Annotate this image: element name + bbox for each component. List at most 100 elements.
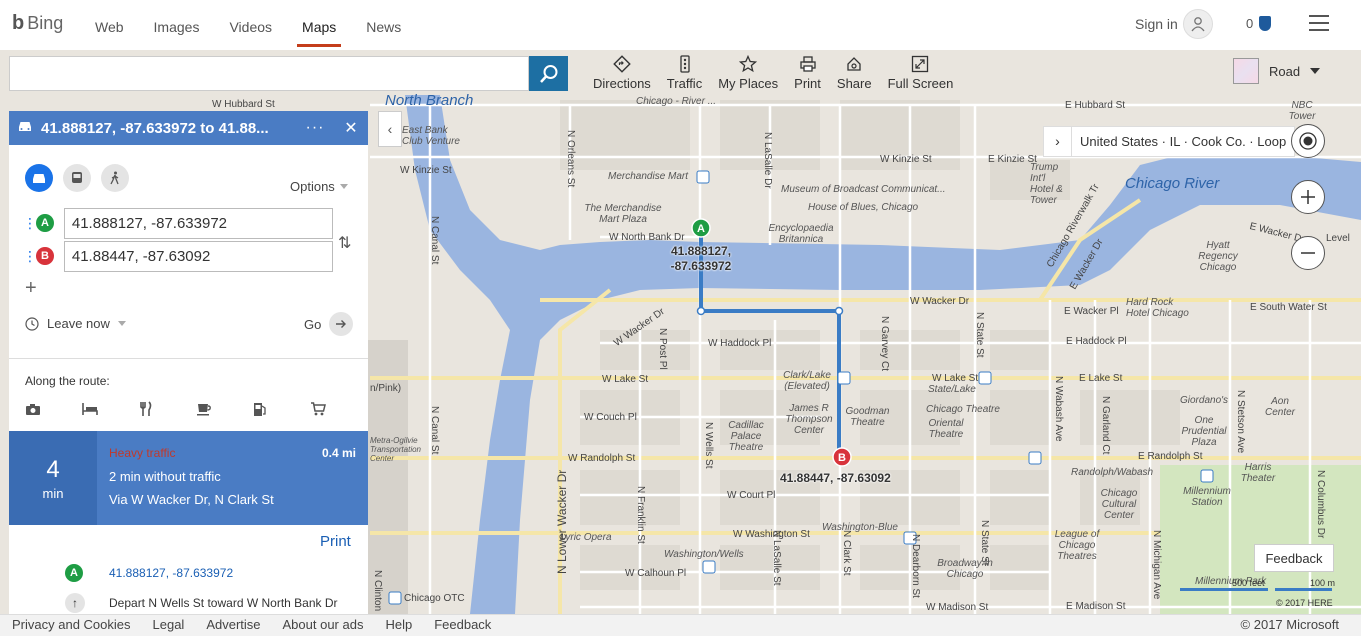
swap-icon[interactable]: ⇅ bbox=[338, 233, 351, 253]
route-option-card[interactable]: 4 min Heavy traffic 0.4 mi 2 min without… bbox=[9, 431, 368, 525]
map-label-nbc: NBC Tower bbox=[1288, 100, 1316, 122]
traffic-button[interactable]: Traffic bbox=[659, 50, 710, 95]
tab-maps[interactable]: Maps bbox=[287, 0, 351, 50]
more-options-icon[interactable]: ··· bbox=[296, 119, 334, 137]
street-n-state: N State St bbox=[974, 312, 985, 358]
car-icon bbox=[33, 174, 45, 183]
chevron-down-icon bbox=[117, 321, 126, 326]
chevron-right-icon[interactable]: › bbox=[1044, 127, 1072, 156]
map-style-select[interactable]: Road bbox=[1233, 58, 1321, 84]
footer-links: Privacy and Cookies Legal Advertise Abou… bbox=[12, 617, 513, 632]
print-directions-link[interactable]: Print bbox=[320, 533, 351, 550]
waypoint-b-row: ⋮ B 41.88447, -87.63092 bbox=[23, 240, 333, 272]
footer-link-advertise[interactable]: Advertise bbox=[206, 617, 260, 632]
footer-link-privacy[interactable]: Privacy and Cookies bbox=[12, 617, 131, 632]
bus-icon bbox=[72, 172, 82, 183]
camera-icon[interactable] bbox=[25, 399, 82, 419]
directions-label: Directions bbox=[593, 76, 651, 91]
bing-b-icon: b bbox=[12, 12, 25, 34]
street-e-wacker-pl: E Wacker Pl bbox=[1064, 306, 1119, 317]
gas-station-icon[interactable] bbox=[253, 399, 310, 419]
footer-link-about-ads[interactable]: About our ads bbox=[283, 617, 364, 632]
star-icon bbox=[739, 55, 758, 73]
map-label-state-lake: State/Lake bbox=[928, 384, 976, 395]
close-icon[interactable]: ✕ bbox=[334, 118, 368, 138]
map-label-league: League of Chicago Theatres bbox=[1054, 529, 1100, 562]
print-icon bbox=[799, 56, 816, 72]
footer: Privacy and Cookies Legal Advertise Abou… bbox=[0, 614, 1361, 636]
footer-link-help[interactable]: Help bbox=[385, 617, 412, 632]
street-w-north-bank: W North Bank Dr bbox=[609, 232, 685, 243]
street-n-canal: N Canal St bbox=[429, 216, 440, 265]
bing-logo[interactable]: b Bing bbox=[12, 12, 63, 35]
street-n-clark: N Clark St bbox=[841, 530, 852, 576]
mode-transit-button[interactable] bbox=[63, 164, 91, 192]
rewards[interactable]: 0 bbox=[1246, 16, 1272, 31]
coffee-icon[interactable] bbox=[196, 399, 253, 419]
mode-drive-button[interactable] bbox=[25, 164, 53, 192]
locate-me-button[interactable] bbox=[1291, 124, 1325, 158]
street-e-hubbard: E Hubbard St bbox=[1065, 100, 1126, 111]
chevron-down-icon bbox=[339, 184, 348, 189]
map-label-encyclopaedia: Encyclopaedia Britannica bbox=[768, 223, 834, 245]
print-button[interactable]: Print bbox=[786, 50, 829, 95]
collapse-panel-button[interactable]: ‹ bbox=[378, 111, 402, 147]
bing-logo-text: Bing bbox=[27, 13, 64, 33]
zoom-in-button[interactable] bbox=[1291, 180, 1325, 214]
full-screen-button[interactable]: Full Screen bbox=[880, 50, 962, 95]
map-label-chicago-river: Chicago River bbox=[1125, 175, 1220, 192]
map-label-merch-plaza: The Merchandise Mart Plaza bbox=[584, 203, 662, 225]
street-n-dearborn: N Dearborn St bbox=[910, 534, 921, 598]
search-input[interactable] bbox=[9, 56, 529, 91]
drag-handle-icon[interactable]: ⋮ bbox=[23, 249, 37, 263]
street-w-couch: W Couch Pl bbox=[584, 412, 637, 423]
street-n-clinton: N Clinton St bbox=[372, 570, 383, 614]
zoom-out-button[interactable] bbox=[1291, 236, 1325, 270]
map-label-thompson: James R Thompson Center bbox=[785, 403, 833, 436]
footer-link-feedback[interactable]: Feedback bbox=[434, 617, 491, 632]
street-n-franklin: N Franklin St bbox=[635, 486, 646, 544]
arrow-up-icon: ↑ bbox=[65, 593, 85, 613]
route-without-traffic: 2 min without traffic bbox=[109, 469, 221, 484]
restaurant-icon[interactable] bbox=[139, 399, 196, 419]
tab-web[interactable]: Web bbox=[80, 0, 139, 50]
add-waypoint-icon[interactable]: + bbox=[25, 277, 37, 300]
map-label-merch-mart: Merchandise Mart bbox=[608, 171, 689, 182]
step-depart-text: Depart N Wells St toward W North Bank Dr bbox=[109, 596, 338, 610]
drag-handle-icon[interactable]: ⋮ bbox=[23, 216, 37, 230]
step-start[interactable]: A 41.888127, -87.633972 bbox=[65, 564, 233, 582]
hotel-icon[interactable] bbox=[82, 399, 139, 419]
waypoint-b-input[interactable]: 41.88447, -87.63092 bbox=[63, 240, 333, 272]
my-places-button[interactable]: My Places bbox=[710, 50, 786, 95]
top-nav: b Bing Web Images Videos Maps News Sign … bbox=[0, 0, 1361, 50]
directions-panel: 41.888127, -87.633972 to 41.88... ··· ✕ … bbox=[9, 111, 368, 614]
search-button[interactable] bbox=[529, 56, 568, 91]
options-dropdown[interactable]: Options bbox=[290, 179, 348, 194]
traffic-label: Traffic bbox=[666, 76, 703, 91]
map-label-clark-lake: Clark/Lake (Elevated) bbox=[783, 370, 831, 392]
street-e-south-water: E South Water St bbox=[1250, 302, 1327, 313]
mode-walk-button[interactable] bbox=[101, 164, 129, 192]
full-screen-label: Full Screen bbox=[887, 76, 954, 91]
tab-news[interactable]: News bbox=[351, 0, 416, 50]
location-breadcrumb[interactable]: › United States · IL · Cook Co. · Loop bbox=[1043, 126, 1295, 157]
traffic-icon bbox=[679, 55, 690, 73]
street-n-canal-south: N Canal St bbox=[429, 406, 440, 455]
footer-link-legal[interactable]: Legal bbox=[153, 617, 185, 632]
step-depart[interactable]: ↑ Depart N Wells St toward W North Bank … bbox=[65, 593, 338, 613]
share-button[interactable]: Share bbox=[829, 50, 880, 95]
shopping-cart-icon[interactable] bbox=[310, 399, 367, 419]
menu-icon[interactable] bbox=[1309, 15, 1329, 31]
tab-images[interactable]: Images bbox=[139, 0, 215, 50]
feedback-button[interactable]: Feedback bbox=[1254, 544, 1334, 572]
directions-button[interactable]: Directions bbox=[585, 50, 659, 95]
signin-link[interactable]: Sign in bbox=[1135, 16, 1178, 32]
street-n-lasalle-st: N LaSalle St bbox=[771, 530, 782, 586]
go-button[interactable]: Go bbox=[304, 312, 354, 336]
tab-videos[interactable]: Videos bbox=[214, 0, 287, 50]
route-time-unit: min bbox=[42, 485, 64, 501]
leave-now-dropdown[interactable]: Leave now bbox=[25, 316, 126, 331]
map-label-museum: Museum of Broadcast Communicat... bbox=[781, 184, 946, 195]
avatar[interactable] bbox=[1183, 9, 1213, 39]
waypoint-a-input[interactable]: 41.888127, -87.633972 bbox=[63, 207, 333, 239]
